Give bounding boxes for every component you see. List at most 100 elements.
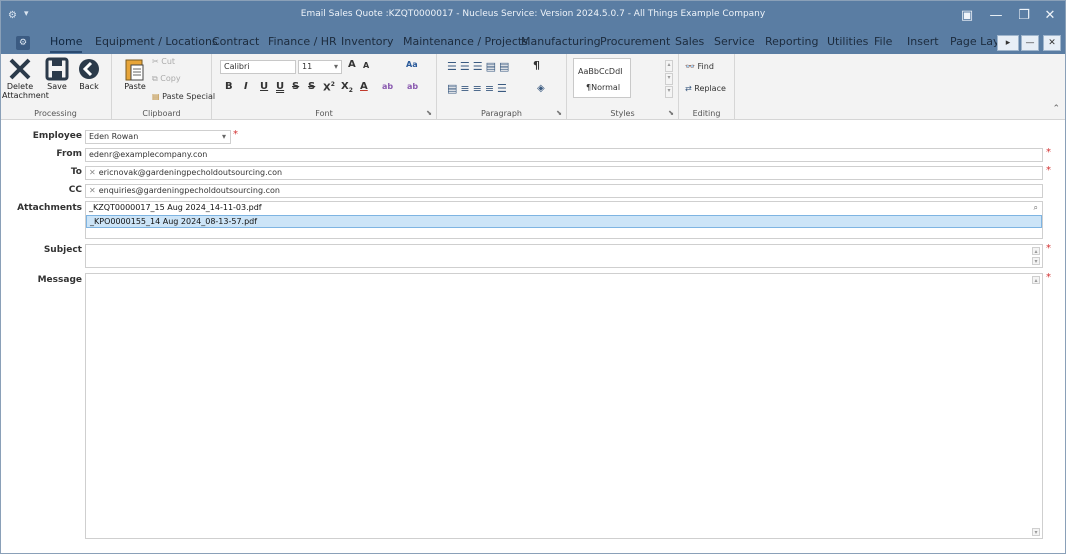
collapse-ribbon-icon[interactable]: ⌃: [1052, 104, 1060, 114]
cc-label: CC: [68, 185, 82, 195]
subject-field[interactable]: ▴ ▾: [85, 244, 1043, 268]
editing-group: 👓 Find ⇄ Replace Editing: [679, 54, 735, 120]
style-normal[interactable]: ¶Normal: [586, 83, 620, 92]
processing-group: Delete Attachment Save Back Processing: [0, 54, 112, 120]
highlight-button[interactable]: ab: [382, 82, 393, 91]
employee-select[interactable]: Eden Rowan ▾: [85, 130, 231, 144]
delete-attachment-button[interactable]: Delete Attachment: [2, 56, 49, 100]
cut-button[interactable]: ✂ Cut: [152, 57, 175, 66]
paste-special-button[interactable]: ▤ Paste Special: [152, 92, 215, 101]
tab-finance-hr[interactable]: Finance / HR: [268, 35, 337, 53]
required-marker: *: [1046, 272, 1051, 283]
back-arrow-icon: [79, 59, 99, 79]
maximize-button[interactable]: ❐: [1012, 6, 1036, 26]
scroll-up-icon[interactable]: ▴: [1032, 247, 1040, 255]
remove-recipient-icon[interactable]: ✕: [89, 168, 96, 177]
double-strikethrough-button[interactable]: S: [308, 81, 315, 92]
tab-sales[interactable]: Sales: [675, 35, 704, 53]
tab-utilities[interactable]: Utilities: [827, 35, 868, 53]
document-close-button[interactable]: ✕: [1043, 35, 1061, 51]
font-group: Calibri 11 ▾ A A Aa B I U U S S X2 X2 A …: [212, 54, 437, 120]
font-dialog-launcher-icon[interactable]: ⬊: [426, 109, 432, 117]
paste-button[interactable]: Paste: [120, 56, 150, 91]
scissors-icon: ✂: [152, 57, 159, 66]
ribbon: Delete Attachment Save Back Processing P…: [0, 54, 1066, 120]
tab-home[interactable]: Home: [50, 35, 83, 53]
tab-service[interactable]: Service: [714, 35, 755, 53]
tab-maintenance-projects[interactable]: Maintenance / Projects: [403, 35, 528, 53]
style-scroll-up-icon[interactable]: ▴: [665, 60, 673, 72]
to-field[interactable]: ✕ ericnovak@gardeningpecholdoutsourcing.c…: [85, 166, 1043, 180]
attachments-label: Attachments: [17, 203, 82, 213]
document-minimize-button[interactable]: —: [1021, 35, 1039, 51]
replace-icon: ⇄: [685, 84, 692, 93]
remove-recipient-icon[interactable]: ✕: [89, 186, 96, 195]
styles-dialog-launcher-icon[interactable]: ⬊: [668, 109, 674, 117]
paste-special-icon: ▤: [152, 92, 160, 101]
attachment-item[interactable]: _KZQT0000017_15 Aug 2024_14-11-03.pdf: [86, 202, 1042, 215]
email-form: Employee Eden Rowan ▾ * From edenr@examp…: [0, 120, 1066, 554]
strikethrough-button[interactable]: S: [292, 81, 299, 92]
style-gallery[interactable]: AaBbCcDdI ¶Normal: [573, 58, 631, 98]
find-button[interactable]: 👓 Find: [685, 62, 714, 71]
font-color-button[interactable]: A: [360, 81, 368, 92]
subscript-button[interactable]: X2: [341, 81, 353, 94]
styles-group: AaBbCcDdI ¶Normal ▴ ▾ ▾ Styles ⬊: [567, 54, 679, 120]
tab-contract[interactable]: Contract: [212, 35, 259, 53]
minimize-button[interactable]: —: [984, 6, 1008, 26]
window-title: Email Sales Quote :KZQT0000017 - Nucleus…: [300, 9, 766, 19]
back-button[interactable]: Back: [75, 56, 103, 91]
window-options-button[interactable]: ▣: [955, 6, 979, 26]
shading-button[interactable]: ◈: [537, 83, 545, 94]
tab-inventory[interactable]: Inventory: [341, 35, 394, 53]
italic-button[interactable]: I: [244, 81, 248, 92]
attachment-item-selected[interactable]: _KPO0000155_14 Aug 2024_08-13-57.pdf: [86, 215, 1042, 228]
font-size-select[interactable]: 11 ▾: [298, 60, 342, 74]
underline-button[interactable]: U: [260, 81, 268, 92]
chevron-down-icon: ▾: [221, 132, 226, 141]
bold-button[interactable]: B: [225, 81, 233, 92]
scroll-up-icon[interactable]: ▴: [1032, 276, 1040, 284]
shrink-font-button[interactable]: A: [363, 61, 369, 70]
copy-button[interactable]: ⧉ Copy: [152, 74, 181, 84]
tab-scroll-right-button[interactable]: ▸: [997, 35, 1019, 51]
superscript-button[interactable]: X2: [323, 81, 335, 93]
copy-icon: ⧉: [152, 74, 158, 83]
scroll-down-icon[interactable]: ▾: [1032, 257, 1040, 265]
clear-format-button[interactable]: ab: [407, 82, 418, 91]
tab-file[interactable]: File: [874, 35, 892, 53]
list-buttons-row[interactable]: ☰☰☰▤▤: [447, 60, 512, 73]
font-family-select[interactable]: Calibri: [220, 60, 296, 74]
style-scroll-down-icon[interactable]: ▾: [665, 73, 673, 85]
grow-font-button[interactable]: A: [348, 59, 356, 70]
from-label: From: [56, 149, 82, 159]
employee-label: Employee: [32, 131, 82, 141]
tab-reporting[interactable]: Reporting: [765, 35, 818, 53]
browse-attachment-icon[interactable]: ⌕: [1034, 203, 1038, 213]
double-underline-button[interactable]: U: [276, 81, 284, 92]
tab-insert[interactable]: Insert: [907, 35, 939, 53]
alignment-buttons-row[interactable]: ▤≡≡≡☰: [447, 82, 510, 95]
cc-field[interactable]: ✕ enquiries@gardeningpecholdoutsourcing.c…: [85, 184, 1043, 198]
change-case-button[interactable]: Aa: [406, 60, 418, 69]
style-gallery-expand-icon[interactable]: ▾: [665, 86, 673, 98]
tab-procurement[interactable]: Procurement: [600, 35, 670, 53]
paragraph-dialog-launcher-icon[interactable]: ⬊: [556, 109, 562, 117]
save-button[interactable]: Save: [43, 56, 71, 91]
replace-button[interactable]: ⇄ Replace: [685, 84, 726, 93]
style-sample-heading[interactable]: AaBbCcDdI: [578, 67, 623, 76]
attachments-list[interactable]: _KZQT0000017_15 Aug 2024_14-11-03.pdf _K…: [85, 201, 1043, 239]
from-field[interactable]: edenr@examplecompany.con: [85, 148, 1043, 162]
clipboard-group: Paste ✂ Cut ⧉ Copy ▤ Paste Special Clipb…: [112, 54, 215, 120]
subject-label: Subject: [43, 245, 82, 255]
ribbon-tab-bar: Home Equipment / Locations Contract Fina…: [0, 32, 1066, 54]
show-paragraph-marks-button[interactable]: ¶: [533, 59, 540, 72]
message-body[interactable]: ▴ ▾: [85, 273, 1043, 539]
app-logo-icon[interactable]: ⚙: [16, 36, 30, 50]
close-x-icon: [9, 58, 31, 80]
tab-equipment-locations[interactable]: Equipment / Locations: [95, 35, 218, 53]
scroll-down-icon[interactable]: ▾: [1032, 528, 1040, 536]
close-button[interactable]: ✕: [1038, 6, 1062, 26]
tab-manufacturing[interactable]: Manufacturing: [521, 35, 601, 53]
to-label: To: [70, 167, 82, 177]
